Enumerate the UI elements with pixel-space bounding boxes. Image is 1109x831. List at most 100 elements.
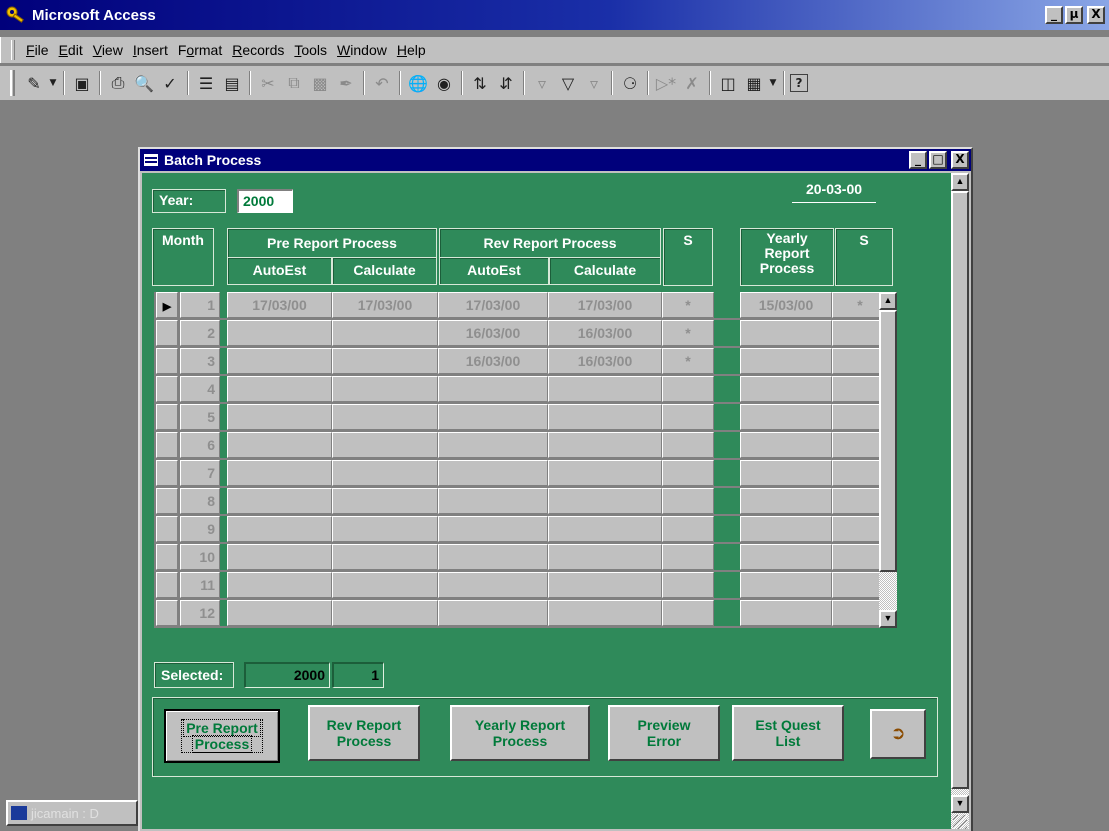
cell-s[interactable] xyxy=(662,376,714,402)
form-minimize-button[interactable]: _ xyxy=(909,151,927,169)
undo-icon[interactable]: ↶ xyxy=(370,71,394,95)
cell-yearly[interactable] xyxy=(740,516,832,542)
cell-pre-auto[interactable] xyxy=(227,376,332,402)
cell-rev-calc[interactable] xyxy=(548,544,662,570)
grid-scroll-up-arrow[interactable]: ▲ xyxy=(879,292,897,310)
cell-pre-calc[interactable] xyxy=(332,348,438,374)
menu-view[interactable]: View xyxy=(88,42,128,58)
cell-rev-auto[interactable] xyxy=(438,376,548,402)
exit-button[interactable]: ➲ xyxy=(870,709,926,759)
cell-pre-calc[interactable] xyxy=(332,376,438,402)
year-field[interactable]: 2000 xyxy=(237,189,293,213)
cell-s[interactable] xyxy=(662,460,714,486)
cell-yearly[interactable] xyxy=(740,600,832,626)
sort-descending-icon[interactable]: ⇵ xyxy=(494,71,518,95)
cell-rev-auto[interactable] xyxy=(438,460,548,486)
record-selector[interactable] xyxy=(156,376,178,402)
cell-rev-calc[interactable] xyxy=(548,460,662,486)
table-row[interactable]: 6 xyxy=(154,432,889,460)
menu-help[interactable]: Help xyxy=(392,42,431,58)
sort-ascending-icon[interactable]: ⇅ xyxy=(468,71,492,95)
rev-report-process-button[interactable]: Rev Report Process xyxy=(308,705,420,761)
cell-rev-auto[interactable] xyxy=(438,544,548,570)
cell-rev-calc[interactable] xyxy=(548,488,662,514)
cell-pre-auto[interactable] xyxy=(227,348,332,374)
record-selector[interactable] xyxy=(156,544,178,570)
cell-yearly[interactable] xyxy=(740,488,832,514)
minimize-button[interactable]: _ xyxy=(1045,6,1063,24)
form-close-button[interactable]: X xyxy=(951,151,969,169)
cell-rev-calc[interactable]: 17/03/00 xyxy=(548,292,662,318)
cut-icon[interactable]: ✂ xyxy=(256,71,280,95)
cell-yearly[interactable] xyxy=(740,404,832,430)
insert-hyperlink-icon[interactable]: 🌐 xyxy=(406,71,430,95)
cell-pre-calc[interactable] xyxy=(332,432,438,458)
cell-s[interactable] xyxy=(662,572,714,598)
form-maximize-button[interactable]: □ xyxy=(929,151,947,169)
menu-file[interactable]: File xyxy=(21,42,54,58)
cell-rev-auto[interactable] xyxy=(438,516,548,542)
form-scroll-down-arrow[interactable]: ▼ xyxy=(951,795,969,813)
table-row[interactable]: 9 xyxy=(154,516,889,544)
form-scrollbar[interactable]: ▲ ▼ xyxy=(951,173,969,829)
cell-rev-auto[interactable]: 17/03/00 xyxy=(438,292,548,318)
cell-rev-auto[interactable] xyxy=(438,432,548,458)
cell-pre-calc[interactable] xyxy=(332,488,438,514)
filter-by-selection-icon[interactable]: ▿ xyxy=(530,71,554,95)
cell-yearly[interactable] xyxy=(740,432,832,458)
cell-pre-calc[interactable] xyxy=(332,404,438,430)
grid-scroll-down-arrow[interactable]: ▼ xyxy=(879,610,897,628)
design-view-icon[interactable]: ✎ xyxy=(22,71,46,95)
cell-pre-auto[interactable] xyxy=(227,488,332,514)
delete-record-icon[interactable]: ✗ xyxy=(680,71,704,95)
database-window-icon[interactable]: ◫ xyxy=(716,71,740,95)
office-links-icon[interactable]: ▤ xyxy=(220,71,244,95)
table-row[interactable]: 3 16/03/00 16/03/00 * xyxy=(154,348,889,376)
cell-rev-calc[interactable] xyxy=(548,516,662,542)
cell-rev-auto[interactable] xyxy=(438,404,548,430)
cell-pre-calc[interactable] xyxy=(332,572,438,598)
cell-rev-calc[interactable]: 16/03/00 xyxy=(548,348,662,374)
spelling-icon[interactable]: ✓ xyxy=(158,71,182,95)
minimized-database-window[interactable]: jicamain : D xyxy=(6,800,138,826)
cell-pre-auto[interactable] xyxy=(227,320,332,346)
paste-icon[interactable]: ▩ xyxy=(308,71,332,95)
cell-yearly[interactable] xyxy=(740,544,832,570)
close-button[interactable]: X xyxy=(1087,6,1105,24)
table-row[interactable]: 11 xyxy=(154,572,889,600)
grid-scrollbar[interactable]: ▲ ▼ xyxy=(879,292,897,628)
cell-pre-calc[interactable] xyxy=(332,600,438,626)
preview-error-button[interactable]: Preview Error xyxy=(608,705,720,761)
cell-pre-auto[interactable] xyxy=(227,516,332,542)
table-row[interactable]: ▶ 1 17/03/00 17/03/00 17/03/00 17/03/00 * 15/03… xyxy=(154,292,889,320)
table-row[interactable]: 4 xyxy=(154,376,889,404)
table-row[interactable]: 12 xyxy=(154,600,889,628)
cell-yearly[interactable] xyxy=(740,572,832,598)
save-icon[interactable]: ▣ xyxy=(70,71,94,95)
record-selector[interactable] xyxy=(156,488,178,514)
cell-s[interactable] xyxy=(662,404,714,430)
pre-report-process-button[interactable]: Pre Report Process xyxy=(164,709,280,763)
record-selector[interactable] xyxy=(156,432,178,458)
cell-s[interactable]: * xyxy=(662,292,714,318)
print-icon[interactable]: ⎙ xyxy=(106,71,130,95)
record-selector[interactable] xyxy=(156,516,178,542)
cell-s[interactable]: * xyxy=(662,320,714,346)
resize-grip[interactable] xyxy=(953,815,967,829)
filter-by-form-icon[interactable]: ▽ xyxy=(556,71,580,95)
cell-pre-auto[interactable] xyxy=(227,460,332,486)
menu-format[interactable]: Format xyxy=(173,42,227,58)
cell-s[interactable]: * xyxy=(662,348,714,374)
cell-yearly[interactable]: 15/03/00 xyxy=(740,292,832,318)
restore-button[interactable]: µ xyxy=(1065,6,1083,24)
cell-rev-auto[interactable]: 16/03/00 xyxy=(438,320,548,346)
table-row[interactable]: 5 xyxy=(154,404,889,432)
cell-rev-calc[interactable] xyxy=(548,572,662,598)
record-selector[interactable] xyxy=(156,460,178,486)
format-painter-icon[interactable]: ☰ xyxy=(194,71,218,95)
cell-pre-auto[interactable] xyxy=(227,572,332,598)
menu-records[interactable]: Records xyxy=(227,42,289,58)
form-scroll-thumb[interactable] xyxy=(951,191,969,789)
record-selector[interactable] xyxy=(156,600,178,626)
cell-s[interactable] xyxy=(662,488,714,514)
